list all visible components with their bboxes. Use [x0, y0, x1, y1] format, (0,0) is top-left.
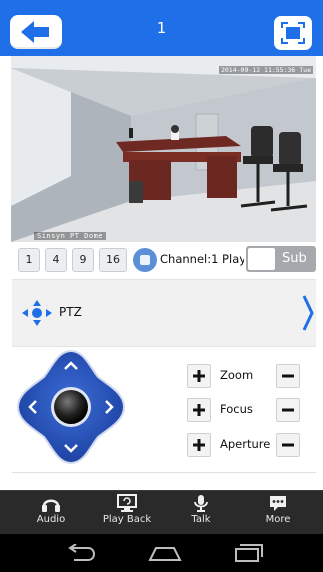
ptz-label: PTZ [59, 305, 82, 319]
tab-more[interactable]: More [246, 494, 310, 532]
headphones-icon [42, 499, 60, 512]
zoom-in-button[interactable] [187, 364, 211, 388]
video-frame-image [11, 56, 316, 242]
microphone-icon [194, 495, 208, 512]
zoom-label: Zoom [220, 368, 254, 382]
nav-recents-icon[interactable] [234, 543, 264, 563]
minus-icon [282, 408, 294, 412]
stream-toggle-label: Sub [282, 251, 307, 266]
plus-icon [193, 439, 205, 451]
tab-talk-label: Talk [191, 514, 211, 525]
tab-play-back[interactable]: Play Back [95, 494, 159, 532]
tab-talk[interactable]: Talk [169, 494, 233, 532]
ptz-row[interactable]: PTZ [12, 279, 316, 347]
tab-audio[interactable]: Audio [19, 494, 83, 532]
focus-in-button[interactable] [187, 398, 211, 422]
chevron-right-icon [302, 295, 314, 331]
plus-icon [193, 404, 205, 416]
minus-icon [282, 374, 294, 378]
aperture-label: Aperture [220, 437, 271, 451]
video-feed[interactable]: 2014-09-12 11:55:36 Tue Sinsyn PT Dome [11, 56, 316, 242]
ptz-direction-icon [22, 300, 52, 326]
record-stop-icon [140, 255, 150, 265]
channel-status: Channel:1 Playing [160, 252, 244, 266]
split-4-button[interactable]: 4 [45, 248, 67, 272]
aperture-open-button[interactable] [187, 433, 211, 457]
nav-home-icon[interactable] [148, 544, 182, 562]
plus-icon [193, 370, 205, 382]
panel-divider [12, 472, 316, 473]
tab-audio-label: Audio [36, 514, 66, 525]
tab-more-label: More [265, 514, 291, 525]
zoom-out-button[interactable] [276, 364, 300, 388]
camera-name-overlay: Sinsyn PT Dome [34, 232, 107, 240]
split-1-button[interactable]: 1 [18, 248, 40, 272]
split-16-button[interactable]: 16 [99, 248, 127, 272]
focus-out-button[interactable] [276, 398, 300, 422]
video-timestamp: 2014-09-12 11:55:36 Tue [218, 66, 313, 74]
fullscreen-icon [281, 22, 305, 44]
record-button[interactable] [133, 248, 157, 272]
page-title: 1 [156, 19, 167, 37]
back-button[interactable] [10, 15, 62, 49]
arrow-left-icon [21, 21, 49, 43]
system-nav-bar [0, 534, 323, 572]
stream-toggle[interactable]: Sub [246, 246, 316, 272]
aperture-close-button[interactable] [276, 433, 300, 457]
playback-monitor-icon [117, 494, 137, 512]
focus-label: Focus [220, 402, 253, 416]
joystick-pad[interactable] [16, 349, 126, 465]
split-9-button[interactable]: 9 [72, 248, 94, 272]
fullscreen-button[interactable] [274, 16, 312, 50]
minus-icon [282, 443, 294, 447]
nav-back-icon[interactable] [64, 544, 96, 562]
more-dots-icon [270, 496, 286, 511]
tab-play-back-label: Play Back [102, 514, 152, 525]
toggle-knob [248, 248, 275, 270]
